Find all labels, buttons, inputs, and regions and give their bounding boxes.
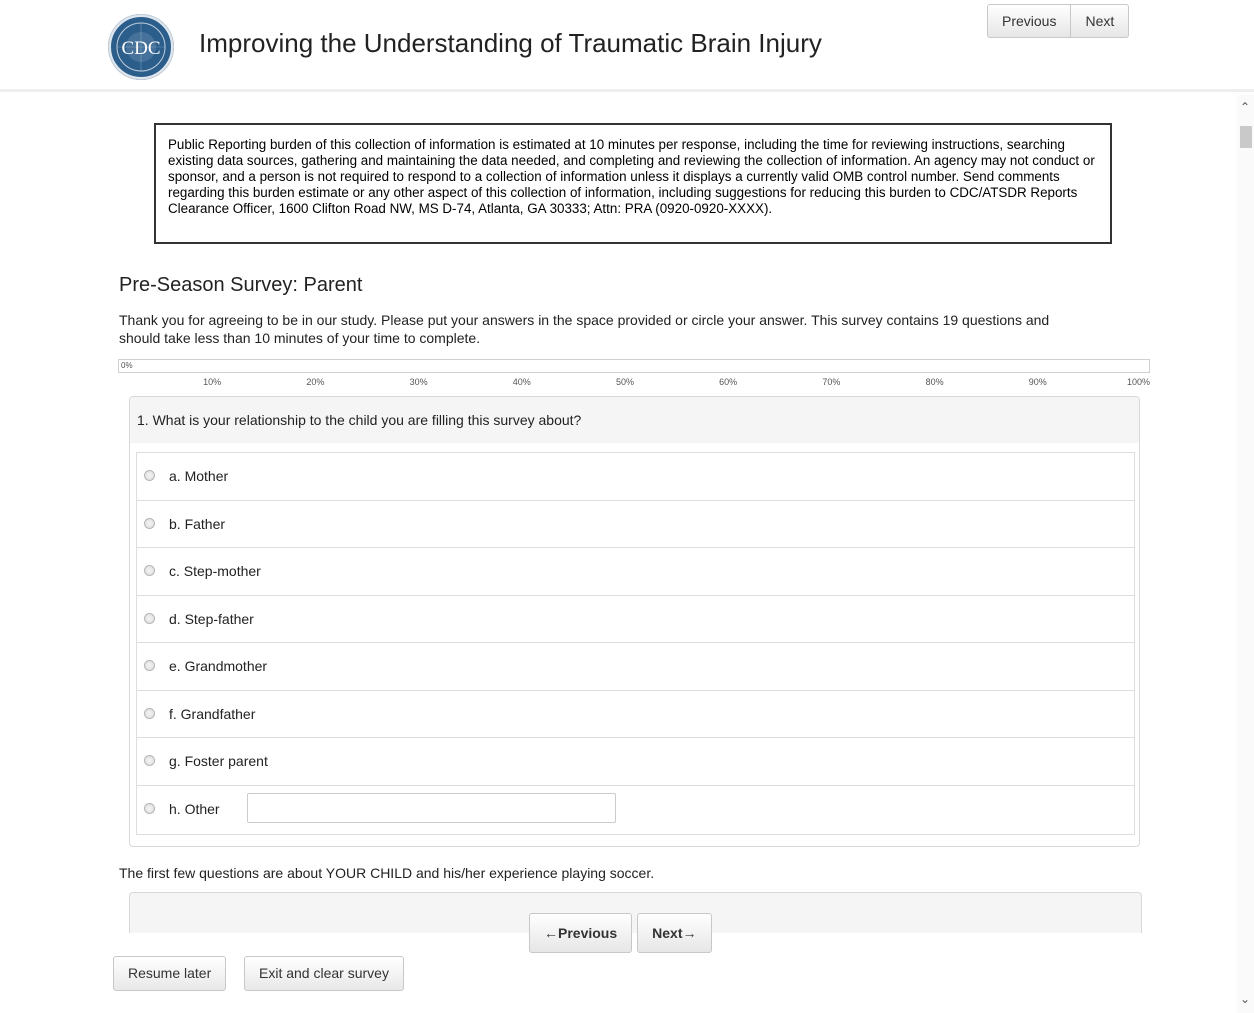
- option-label: h. Other: [169, 800, 220, 817]
- option-label: d. Step-father: [169, 610, 254, 627]
- answer-options: a. Mother b. Father c. Step-mother d. St…: [136, 452, 1135, 835]
- survey-title: Pre-Season Survey: Parent: [119, 274, 363, 296]
- cdc-seal-icon: CDC: [109, 15, 173, 79]
- radio-button[interactable]: [144, 707, 155, 719]
- progress-tick-label: 70%: [822, 377, 841, 387]
- next-button[interactable]: Next→: [637, 913, 712, 953]
- radio-button[interactable]: [144, 802, 155, 814]
- question-text: 1. What is your relationship to the chil…: [137, 412, 582, 428]
- option-grandmother[interactable]: e. Grandmother: [137, 643, 1134, 691]
- progress-tick-label: 10%: [203, 377, 222, 387]
- progress-tick-label: 90%: [1028, 377, 1047, 387]
- option-foster-parent[interactable]: g. Foster parent: [137, 738, 1134, 786]
- scroll-up-icon[interactable]: ⌃: [1240, 101, 1250, 113]
- scroll-thumb[interactable]: [1240, 126, 1252, 148]
- radio-button[interactable]: [144, 612, 155, 624]
- option-other[interactable]: h. Other: [137, 786, 1134, 834]
- progress-tick-label: 50%: [615, 377, 634, 387]
- exit-clear-survey-button[interactable]: Exit and clear survey: [244, 956, 404, 991]
- radio-button[interactable]: [144, 565, 155, 576]
- survey-intro: Thank you for agreeing to be in our stud…: [119, 312, 1050, 346]
- option-father[interactable]: b. Father: [137, 501, 1134, 548]
- radio-button[interactable]: [144, 517, 155, 529]
- progress-current-label: 0%: [121, 361, 133, 370]
- question-card: 1. What is your relationship to the chil…: [129, 396, 1140, 847]
- other-text-input[interactable]: [247, 792, 616, 823]
- app-title: Improving the Understanding of Traumatic…: [199, 28, 822, 58]
- radio-button[interactable]: [144, 470, 155, 481]
- progress-tick-label: 60%: [719, 377, 738, 387]
- option-label: a. Mother: [169, 468, 229, 484]
- progress-bar: 0%: [118, 359, 1150, 373]
- progress-ticks: 10% 20% 30% 40% 50% 60% 70% 80% 90% 100%: [118, 377, 1150, 389]
- progress-tick-label: 40%: [512, 377, 531, 387]
- cdc-logo: CDC: [108, 14, 174, 80]
- progress-tick-label: 80%: [925, 377, 944, 387]
- svg-text:CDC: CDC: [121, 38, 160, 59]
- option-mother[interactable]: a. Mother: [137, 453, 1134, 501]
- scroll-down-icon[interactable]: ⌄: [1240, 993, 1250, 1005]
- burden-statement: Public Reporting burden of this collecti…: [154, 123, 1112, 244]
- vertical-scrollbar[interactable]: ⌃ ⌄: [1237, 95, 1254, 1013]
- survey-content: Public Reporting burden of this collecti…: [0, 95, 1237, 1013]
- section-note: The first few questions are about YOUR C…: [119, 865, 655, 881]
- top-next-button[interactable]: Next: [1071, 4, 1130, 38]
- option-step-father[interactable]: d. Step-father: [137, 596, 1134, 643]
- bottom-navigation: ←Previous Next→: [529, 913, 712, 953]
- option-label: e. Grandmother: [169, 658, 268, 674]
- progress-tick-label: 20%: [306, 377, 325, 387]
- resume-later-button[interactable]: Resume later: [113, 956, 227, 991]
- option-label: g. Foster parent: [169, 753, 268, 769]
- option-grandfather[interactable]: f. Grandfather: [137, 691, 1134, 738]
- radio-button[interactable]: [144, 660, 155, 671]
- previous-button[interactable]: ←Previous: [529, 913, 633, 953]
- option-label: b. Father: [169, 515, 226, 532]
- radio-button[interactable]: [144, 755, 155, 766]
- question-header: 1. What is your relationship to the chil…: [130, 397, 1139, 443]
- progress-tick-label: 30%: [409, 377, 428, 387]
- progress-tick-label: 100%: [1126, 377, 1150, 387]
- page-header: CDC Improving the Understanding of Traum…: [0, 0, 1254, 92]
- top-previous-button[interactable]: Previous: [987, 4, 1072, 38]
- option-label: c. Step-mother: [169, 563, 261, 579]
- option-step-mother[interactable]: c. Step-mother: [137, 548, 1134, 596]
- option-label: f. Grandfather: [169, 705, 256, 722]
- top-navigation: Previous Next: [987, 4, 1130, 38]
